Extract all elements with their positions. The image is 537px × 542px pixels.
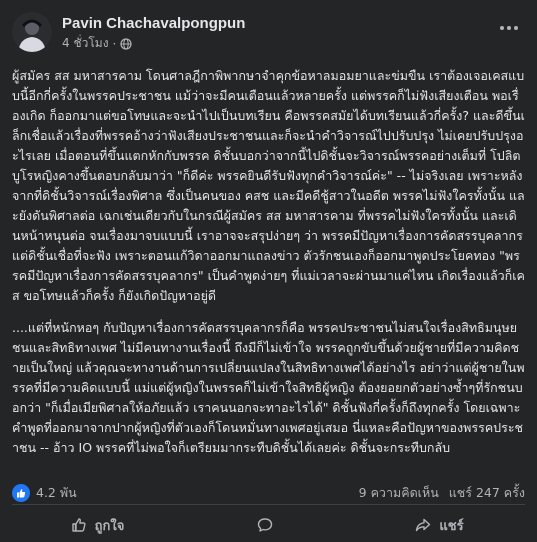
share-icon xyxy=(416,518,431,532)
globe-icon[interactable] xyxy=(120,37,132,50)
avatar[interactable] xyxy=(12,12,52,52)
post-stats: 4.2 พัน 9 ความคิดเห็น แชร์ 247 ครั้ง xyxy=(12,483,525,503)
like-reaction-icon xyxy=(12,484,30,502)
like-button[interactable]: ถูกใจ xyxy=(12,508,183,542)
post-paragraph-1: ผู้สมัคร สส มหาสารคาม โดนศาลฎีกาพิพากษาจ… xyxy=(12,68,525,303)
share-label: แชร์ xyxy=(439,518,464,534)
comment-icon xyxy=(257,518,272,532)
like-label: ถูกใจ xyxy=(94,518,125,534)
facebook-post: Pavin Chachavalpongpun 4 ชั่วโมง · ผู้สม… xyxy=(0,0,537,534)
share-count[interactable]: แชร์ 247 ครั้ง xyxy=(449,483,525,503)
reaction-count: 4.2 พัน xyxy=(36,485,77,500)
post-header: Pavin Chachavalpongpun 4 ชั่วโมง · xyxy=(12,12,525,56)
more-options-button[interactable] xyxy=(493,16,525,40)
post-body: ผู้สมัคร สส มหาสารคาม โดนศาลฎีกาพิพากษาจ… xyxy=(12,66,525,470)
share-button[interactable]: แชร์ xyxy=(354,508,525,542)
thumbs-up-icon xyxy=(71,518,86,532)
post-paragraph-2: ....แต่ที่หนักหอๆ กับปัญหาเรื่องการคัดสร… xyxy=(12,320,525,455)
post-meta: 4 ชั่วโมง · xyxy=(62,34,132,53)
more-icon xyxy=(500,26,518,30)
comment-count[interactable]: 9 ความคิดเห็น xyxy=(359,483,439,503)
post-time[interactable]: 4 ชั่วโมง xyxy=(62,34,109,53)
reaction-summary[interactable]: 4.2 พัน xyxy=(12,483,77,503)
post-actions: ถูกใจ แชร์ xyxy=(12,508,525,542)
comment-button[interactable] xyxy=(183,508,354,542)
meta-separator: · xyxy=(112,36,117,51)
engagement-counts: 9 ความคิดเห็น แชร์ 247 ครั้ง xyxy=(359,483,525,503)
author-name[interactable]: Pavin Chachavalpongpun xyxy=(62,15,245,32)
action-divider xyxy=(12,504,525,505)
